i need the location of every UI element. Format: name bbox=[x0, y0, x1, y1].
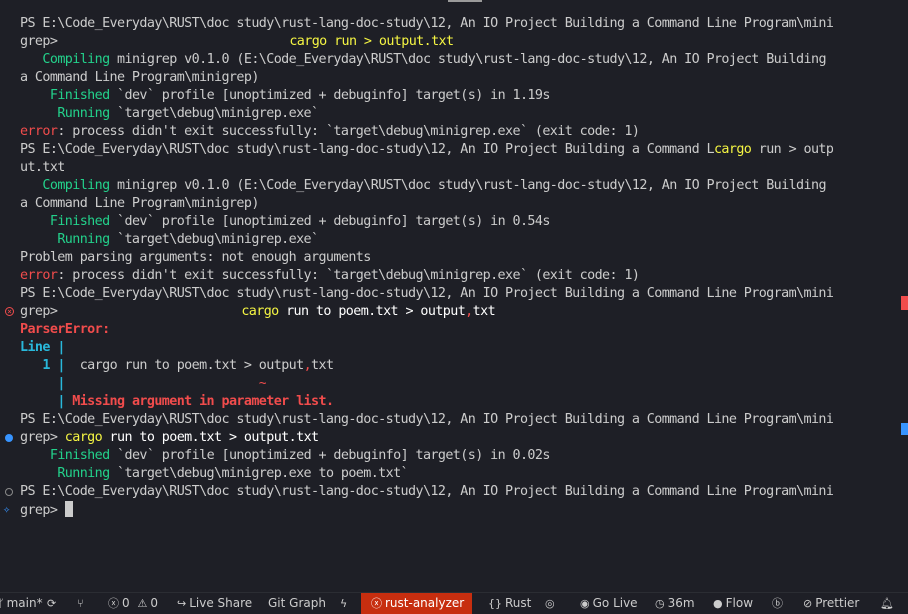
default-decoration-icon[interactable] bbox=[5, 488, 13, 496]
error-icon: ⓧ bbox=[108, 597, 119, 610]
terminal-cursor bbox=[64, 501, 73, 517]
terminal-line: | ~ bbox=[57, 376, 267, 391]
scrollbar-info-marker[interactable] bbox=[901, 423, 908, 435]
history-icon: ◷ bbox=[655, 597, 665, 610]
rust-language-button[interactable]: {} Rust bbox=[488, 593, 531, 614]
git-branch-icon: ᛘ bbox=[0, 597, 4, 610]
git-graph-button[interactable]: Git Graph bbox=[268, 593, 326, 614]
terminal-line: | Missing argument in parameter list. bbox=[57, 394, 334, 409]
terminal-line: error: process didn't exit successfully:… bbox=[20, 268, 640, 283]
terminal-line: PS E:\Code_Everyday\RUST\doc study\rust-… bbox=[20, 16, 834, 31]
double-check-icon: ⊘ bbox=[803, 597, 813, 610]
terminal-line: Finished `dev` profile [unoptimized + de… bbox=[49, 214, 550, 229]
live-share-button[interactable]: ↪ Live Share bbox=[177, 593, 252, 614]
status-bar: ᛘ main* ⟳ ⑂ ⓧ 0 ⚠ 0 ↪ Live Share Git Graph ϟ… bbox=[0, 592, 908, 614]
git-extension-icon[interactable]: ⑂ bbox=[77, 593, 87, 614]
lightning-icon[interactable]: ϟ bbox=[340, 593, 350, 614]
notifications-bell-icon[interactable]: 🔔︎ bbox=[880, 593, 897, 614]
error-decoration-icon[interactable]: × bbox=[5, 307, 14, 316]
sync-icon: ⟳ bbox=[47, 597, 57, 610]
terminal-line: Compiling minigrep v0.1.0 (E:\Code_Every… bbox=[42, 178, 826, 193]
terminal-line: grep> cargo run to poem.txt > output,txt bbox=[20, 304, 496, 319]
terminal-line: PS E:\Code_Everyday\RUST\doc study\rust-… bbox=[20, 286, 834, 301]
terminal-line: grep> cargo run to poem.txt > output.txt bbox=[20, 430, 319, 445]
branch-indicator[interactable]: ᛘ main* bbox=[0, 593, 43, 614]
scrollbar-error-marker[interactable] bbox=[901, 296, 908, 310]
terminal-panel[interactable]: PS E:\Code_Everyday\RUST\doc study\rust-… bbox=[0, 0, 908, 592]
flow-button[interactable]: ● Flow bbox=[713, 593, 753, 614]
terminal-line: a Command Line Program\minigrep) bbox=[20, 196, 259, 211]
terminal-line: ParserError: bbox=[20, 322, 110, 337]
terminal-line: PS E:\Code_Everyday\RUST\doc study\rust-… bbox=[20, 142, 834, 157]
terminal-line: Running `target\debug\minigrep.exe` bbox=[57, 232, 319, 247]
terminal-line: Running `target\debug\minigrep.exe to po… bbox=[57, 466, 409, 481]
terminal-line: grep> bbox=[20, 501, 73, 519]
time-tracker[interactable]: ◷ 36m bbox=[655, 593, 695, 614]
terminal-line: Compiling minigrep v0.1.0 (E:\Code_Every… bbox=[42, 52, 826, 67]
terminal-line: PS E:\Code_Everyday\RUST\doc study\rust-… bbox=[20, 412, 834, 427]
go-live-button[interactable]: ◉ Go Live bbox=[580, 593, 638, 614]
braces-icon: {} bbox=[488, 597, 502, 610]
terminal-line: Finished `dev` profile [unoptimized + de… bbox=[49, 448, 550, 463]
problems-indicator[interactable]: ⓧ 0 ⚠ 0 bbox=[108, 593, 158, 614]
success-decoration-icon[interactable] bbox=[5, 434, 13, 442]
flow-icon: ● bbox=[713, 597, 723, 610]
rust-analyzer-button[interactable]: ⓧ rust-analyzer bbox=[361, 593, 473, 614]
terminal-line: 1 | cargo run to poem.txt > output,txt bbox=[42, 358, 334, 373]
terminal-line: ut.txt bbox=[20, 160, 65, 175]
sparkle-icon[interactable]: ✧ bbox=[3, 502, 10, 516]
broadcast-icon: ◉ bbox=[580, 597, 590, 610]
warning-icon: ⚠ bbox=[137, 597, 148, 610]
terminal-line: Problem parsing arguments: not enough ar… bbox=[20, 250, 371, 265]
terminal-line: grep> cargo run > output.txt bbox=[20, 34, 454, 49]
live-share-icon: ↪ bbox=[177, 597, 187, 610]
terminal-line: a Command Line Program\minigrep) bbox=[20, 70, 259, 85]
terminal-line: PS E:\Code_Everyday\RUST\doc study\rust-… bbox=[20, 484, 834, 499]
prettier-button[interactable]: ⊘ Prettier bbox=[803, 593, 859, 614]
terminal-line: error: process didn't exit successfully:… bbox=[20, 124, 640, 139]
copilot-icon[interactable]: ◎ bbox=[545, 593, 558, 614]
error-circle-icon: ⓧ bbox=[371, 597, 382, 610]
terminal-line: Running `target\debug\minigrep.exe` bbox=[57, 106, 319, 121]
terminal-line: Finished `dev` profile [unoptimized + de… bbox=[49, 88, 550, 103]
remote-icon[interactable]: ⓑ bbox=[772, 593, 786, 614]
terminal-line: Line | bbox=[20, 340, 65, 355]
sync-button[interactable]: ⟳ bbox=[47, 593, 59, 614]
